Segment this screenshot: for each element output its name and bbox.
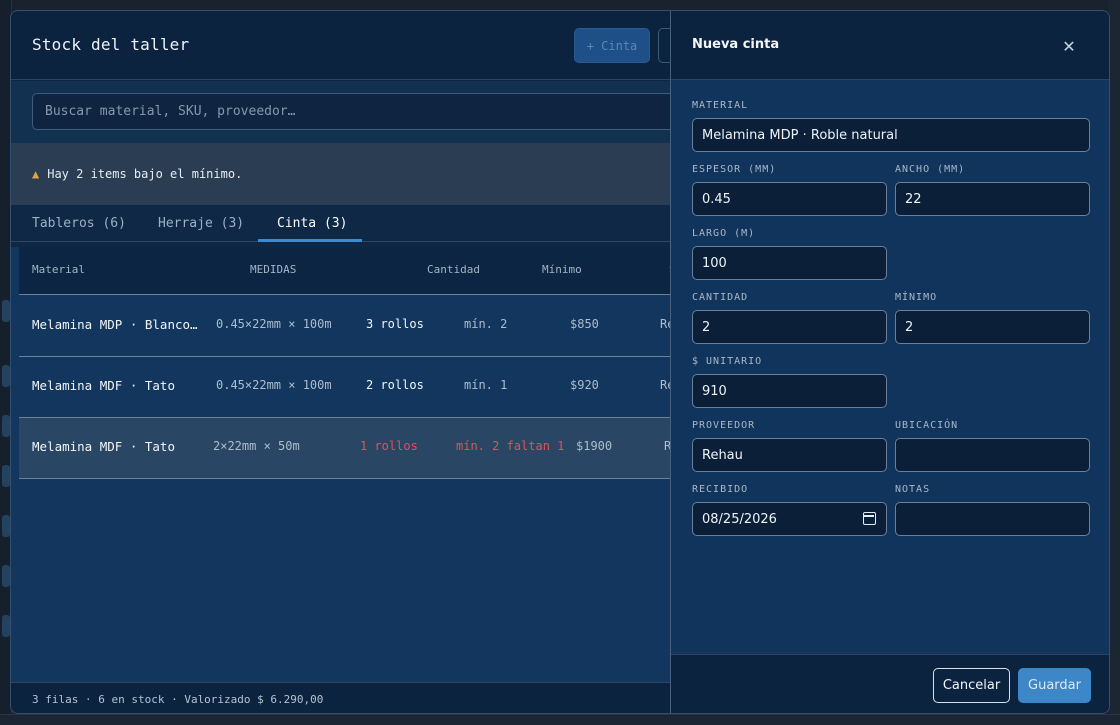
cell-material: Melamina MDF · Tato xyxy=(32,378,175,393)
recibido-value: 08/25/2026 xyxy=(702,511,777,527)
espesor-field[interactable]: 0.45 xyxy=(692,182,887,216)
panel-footer: Cancelar Guardar xyxy=(671,654,1109,713)
proveedor-field[interactable]: Rehau xyxy=(692,438,887,472)
unitario-field[interactable]: 910 xyxy=(692,374,887,408)
background-chip xyxy=(2,565,10,587)
search-input[interactable]: Buscar material, SKU, proveedor… xyxy=(32,93,692,130)
cell-precio: $920 xyxy=(570,378,599,392)
panel-title: Nueva cinta xyxy=(692,37,780,52)
page-title: Stock del taller xyxy=(32,35,190,54)
minimo-label: MÍNIMO xyxy=(895,292,938,303)
search-bar: Buscar material, SKU, proveedor… xyxy=(11,81,692,143)
cell-minimo: mín. 2 xyxy=(464,317,508,331)
recibido-label: RECIBIDO xyxy=(692,484,749,495)
cantidad-field[interactable]: 2 xyxy=(692,310,887,344)
table-header: Material MEDIDAS Cantidad Mínimo S xyxy=(19,247,676,295)
cell-precio: $1900 xyxy=(576,439,613,453)
cell-minimo: mín. 2 faltan 1 xyxy=(456,439,565,453)
cell-precio: $850 xyxy=(570,317,599,331)
table-row[interactable]: Melamina MDF · Tato 2×22mm × 50m 1 rollo… xyxy=(19,418,671,479)
background-bottom-bar xyxy=(0,714,1120,725)
cell-cantidad: 1 rollos xyxy=(360,439,418,453)
espesor-label: ESPESOR (MM) xyxy=(692,164,777,175)
tab-herraje[interactable]: Herraje (3) xyxy=(158,205,244,242)
background-chip xyxy=(2,465,10,487)
stock-table: Material MEDIDAS Cantidad Mínimo S Melam… xyxy=(11,247,676,683)
column-header[interactable]: Cantidad xyxy=(427,263,480,276)
material-field[interactable]: Melamina MDP · Roble natural xyxy=(692,118,1090,152)
background-chip xyxy=(2,365,10,387)
column-header[interactable]: MEDIDAS xyxy=(250,263,296,276)
tab-cinta[interactable]: Cinta (3) xyxy=(277,205,347,242)
close-icon[interactable]: ✕ xyxy=(1059,36,1079,56)
ubicacion-field[interactable] xyxy=(895,438,1090,472)
panel-header: Nueva cinta ✕ xyxy=(671,11,1109,80)
ancho-label: ANCHO (MM) xyxy=(895,164,966,175)
ancho-field[interactable]: 22 xyxy=(895,182,1090,216)
background-chip xyxy=(2,615,10,637)
cell-material: Melamina MDP · Blanco… xyxy=(32,317,198,332)
cell-material: Melamina MDF · Tato xyxy=(32,439,175,454)
active-tab-indicator xyxy=(258,239,362,242)
low-stock-warning: ▲ Hay 2 items bajo el mínimo. xyxy=(11,143,671,205)
calendar-icon[interactable] xyxy=(863,512,876,525)
warning-icon: ▲ xyxy=(32,167,40,181)
stock-view: Stock del taller + Cinta Buscar material… xyxy=(11,11,692,713)
recibido-date-field[interactable]: 08/25/2026 xyxy=(692,502,887,536)
column-header[interactable]: Material xyxy=(32,263,85,276)
largo-label: LARGO (M) xyxy=(692,228,756,239)
minimo-field[interactable]: 2 xyxy=(895,310,1090,344)
stock-modal: Stock del taller + Cinta Buscar material… xyxy=(10,10,1110,714)
background-chip xyxy=(2,415,10,437)
material-label: MATERIAL xyxy=(692,100,749,111)
cell-medidas: 2×22mm × 50m xyxy=(213,439,300,453)
notas-label: NOTAS xyxy=(895,484,931,495)
largo-field[interactable]: 100 xyxy=(692,246,887,280)
cancel-button[interactable]: Cancelar xyxy=(933,668,1010,703)
unitario-label: $ UNITARIO xyxy=(692,356,763,367)
new-cinta-panel: Nueva cinta ✕ MATERIAL Melamina MDP · Ro… xyxy=(670,11,1109,713)
tab-tableros[interactable]: Tableros (6) xyxy=(32,205,126,242)
cell-cantidad: 3 rollos xyxy=(366,317,424,331)
cell-minimo: mín. 1 xyxy=(464,378,508,392)
background-chip xyxy=(2,515,10,537)
table-row[interactable]: Melamina MDF · Tato 0.45×22mm × 100m 2 r… xyxy=(19,357,674,418)
save-button[interactable]: Guardar xyxy=(1018,668,1091,703)
proveedor-label: PROVEEDOR xyxy=(692,420,756,431)
table-row[interactable]: Melamina MDP · Blanco… 0.45×22mm × 100m … xyxy=(19,296,674,357)
cell-medidas: 0.45×22mm × 100m xyxy=(216,378,332,392)
ubicacion-label: UBICACIÓN xyxy=(895,420,959,431)
cell-cantidad: 2 rollos xyxy=(366,378,424,392)
cantidad-label: CANTIDAD xyxy=(692,292,749,303)
add-cinta-button[interactable]: + Cinta xyxy=(574,28,650,63)
category-tabs: Tableros (6) Herraje (3) Cinta (3) xyxy=(11,205,671,242)
warning-text: Hay 2 items bajo el mínimo. xyxy=(47,167,243,181)
background-chip xyxy=(2,300,10,322)
notas-field[interactable] xyxy=(895,502,1090,536)
table-footer: 3 filas · 6 en stock · Valorizado $ 6.29… xyxy=(11,682,671,713)
column-header[interactable]: Mínimo xyxy=(542,263,582,276)
stock-header: Stock del taller + Cinta xyxy=(11,11,688,80)
cell-medidas: 0.45×22mm × 100m xyxy=(216,317,332,331)
